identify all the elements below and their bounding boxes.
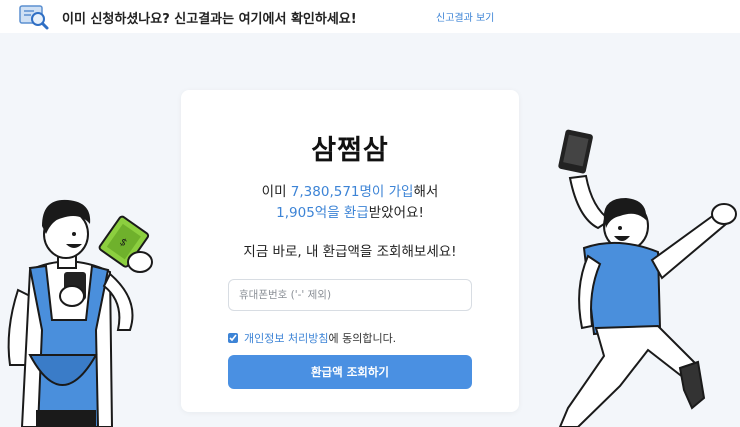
top-banner: 이미 신청하셨나요? 신고결과는 여기에서 확인하세요! 신고결과 보기 <box>0 0 740 33</box>
banner-text: 이미 신청하셨나요? 신고결과는 여기에서 확인하세요! <box>62 12 357 27</box>
check-refund-button[interactable]: 환급액 조회하기 <box>228 355 472 389</box>
call-to-action-text: 지금 바로, 내 환급액을 조회해보세요! <box>243 244 457 260</box>
privacy-consent[interactable]: 개인정보 처리방침 에 동의합니다. <box>228 330 396 346</box>
man-with-money-illustration: $ <box>7 199 153 427</box>
privacy-policy-link[interactable]: 개인정보 처리방침 <box>244 330 328 346</box>
phone-number-input[interactable] <box>228 279 472 311</box>
stats-refund: 1,905억을 환급 <box>276 205 369 221</box>
stats-line-1: 이미 7,380,571명이 가입해서 <box>181 182 519 203</box>
man-jumping-illustration <box>558 129 737 427</box>
stats-text: 이미 7,380,571명이 가입해서 1,905억을 환급받았어요! <box>181 182 519 224</box>
brand-logo-text: 삼쩜삼 <box>311 135 389 166</box>
privacy-consent-checkbox[interactable] <box>228 333 238 343</box>
view-report-result-link[interactable]: 신고결과 보기 <box>436 9 494 24</box>
stats-line-2: 1,905억을 환급받았어요! <box>181 203 519 224</box>
signup-card: 삼쩜삼 이미 7,380,571명이 가입해서 1,905억을 환급받았어요! … <box>181 90 519 412</box>
stats-suffix: 해서 <box>413 184 439 200</box>
privacy-consent-label: 에 동의합니다. <box>328 332 397 345</box>
stats-users: 7,380,571명이 가입 <box>290 184 414 200</box>
stats-prefix: 이미 <box>261 184 291 200</box>
stats-refund-suffix: 받았어요! <box>368 205 424 221</box>
document-search-icon <box>19 5 49 30</box>
